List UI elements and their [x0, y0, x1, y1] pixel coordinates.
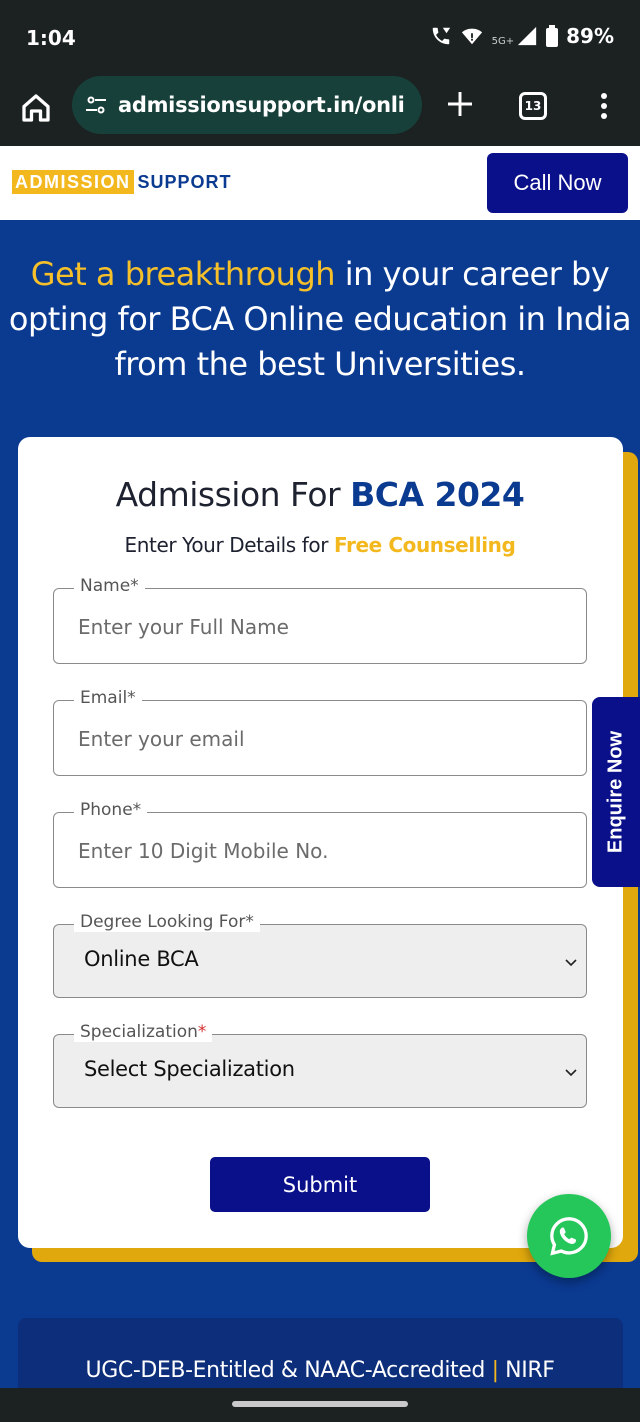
name-input[interactable]	[78, 611, 558, 643]
site-header: ADMISSION SUPPORT Call Now	[0, 146, 640, 220]
accreditation-separator: |	[491, 1358, 499, 1383]
hero-highlight: Get a breakthrough	[30, 255, 336, 293]
degree-label: Degree Looking For*	[74, 912, 260, 932]
email-field: Email*	[53, 688, 587, 776]
form-title-prefix: Admission For	[115, 475, 341, 514]
accreditation-suffix: NIRF	[505, 1358, 555, 1383]
accreditation-main: UGC-DEB-Entitled & NAAC-Accredited	[85, 1358, 486, 1383]
more-vert-icon[interactable]	[592, 90, 616, 122]
tabs-icon[interactable]: 13	[519, 92, 547, 120]
wifi-icon	[461, 28, 482, 45]
enquire-now-label: Enquire Now	[604, 730, 627, 854]
email-label: Email*	[74, 688, 142, 708]
specialization-value: Select Specialization	[84, 1057, 295, 1081]
url-text: admissionsupport.in/onli	[118, 93, 405, 117]
degree-select[interactable]: Degree Looking For* Online BCA	[53, 912, 587, 998]
hero-heading: Get a breakthrough in your career by opt…	[0, 252, 640, 387]
chevron-down-icon	[565, 959, 577, 967]
form-subtitle-prefix: Enter Your Details for	[124, 533, 329, 557]
submit-button[interactable]: Submit	[210, 1157, 430, 1212]
logo-admission: ADMISSION	[12, 170, 134, 194]
battery-icon	[546, 25, 559, 47]
specialization-select[interactable]: Specialization* Select Specialization	[53, 1022, 587, 1108]
address-bar[interactable]: admissionsupport.in/onli	[72, 76, 422, 134]
form-title-bold: BCA 2024	[350, 475, 525, 514]
signal-icon	[517, 26, 537, 46]
form-subtitle-highlight: Free Counselling	[334, 533, 516, 557]
name-field: Name*	[53, 576, 587, 664]
accreditation-text: UGC-DEB-Entitled & NAAC-Accredited | NIR…	[0, 1358, 640, 1383]
status-icons: 5G+ 89%	[430, 24, 614, 48]
enquire-now-tab[interactable]: Enquire Now	[592, 697, 640, 887]
network-label: 5G+	[491, 35, 515, 47]
chevron-down-icon	[565, 1069, 577, 1077]
name-label: Name*	[74, 576, 145, 596]
email-input[interactable]	[78, 723, 558, 755]
plus-icon[interactable]	[444, 88, 476, 120]
home-icon[interactable]	[18, 90, 54, 126]
site-logo[interactable]: ADMISSION SUPPORT	[12, 170, 232, 194]
phone-input[interactable]	[78, 835, 558, 867]
browser-toolbar: admissionsupport.in/onli 13	[0, 76, 640, 146]
specialization-label: Specialization*	[74, 1022, 213, 1042]
required-mark: *	[197, 1022, 207, 1042]
navigation-gesture-bar	[0, 1388, 640, 1422]
tune-icon[interactable]	[84, 93, 108, 117]
call-now-button[interactable]: Call Now	[487, 153, 628, 213]
phone-field: Phone*	[53, 800, 587, 888]
battery-percent: 89%	[566, 24, 614, 48]
form-subtitle: Enter Your Details for Free Counselling	[0, 533, 640, 557]
whatsapp-icon	[550, 1217, 588, 1256]
specialization-label-text: Specialization	[80, 1022, 198, 1042]
tab-count: 13	[524, 99, 542, 113]
phone-label: Phone*	[74, 800, 148, 820]
wifi-calling-icon	[432, 27, 450, 45]
status-bar: 1:04 5G+ 89%	[0, 0, 640, 76]
degree-value: Online BCA	[84, 947, 199, 971]
form-title: Admission For BCA 2024	[0, 475, 640, 514]
logo-support: SUPPORT	[137, 171, 232, 192]
gesture-handle[interactable]	[232, 1401, 408, 1407]
status-time: 1:04	[26, 26, 76, 50]
whatsapp-button[interactable]	[527, 1194, 611, 1278]
